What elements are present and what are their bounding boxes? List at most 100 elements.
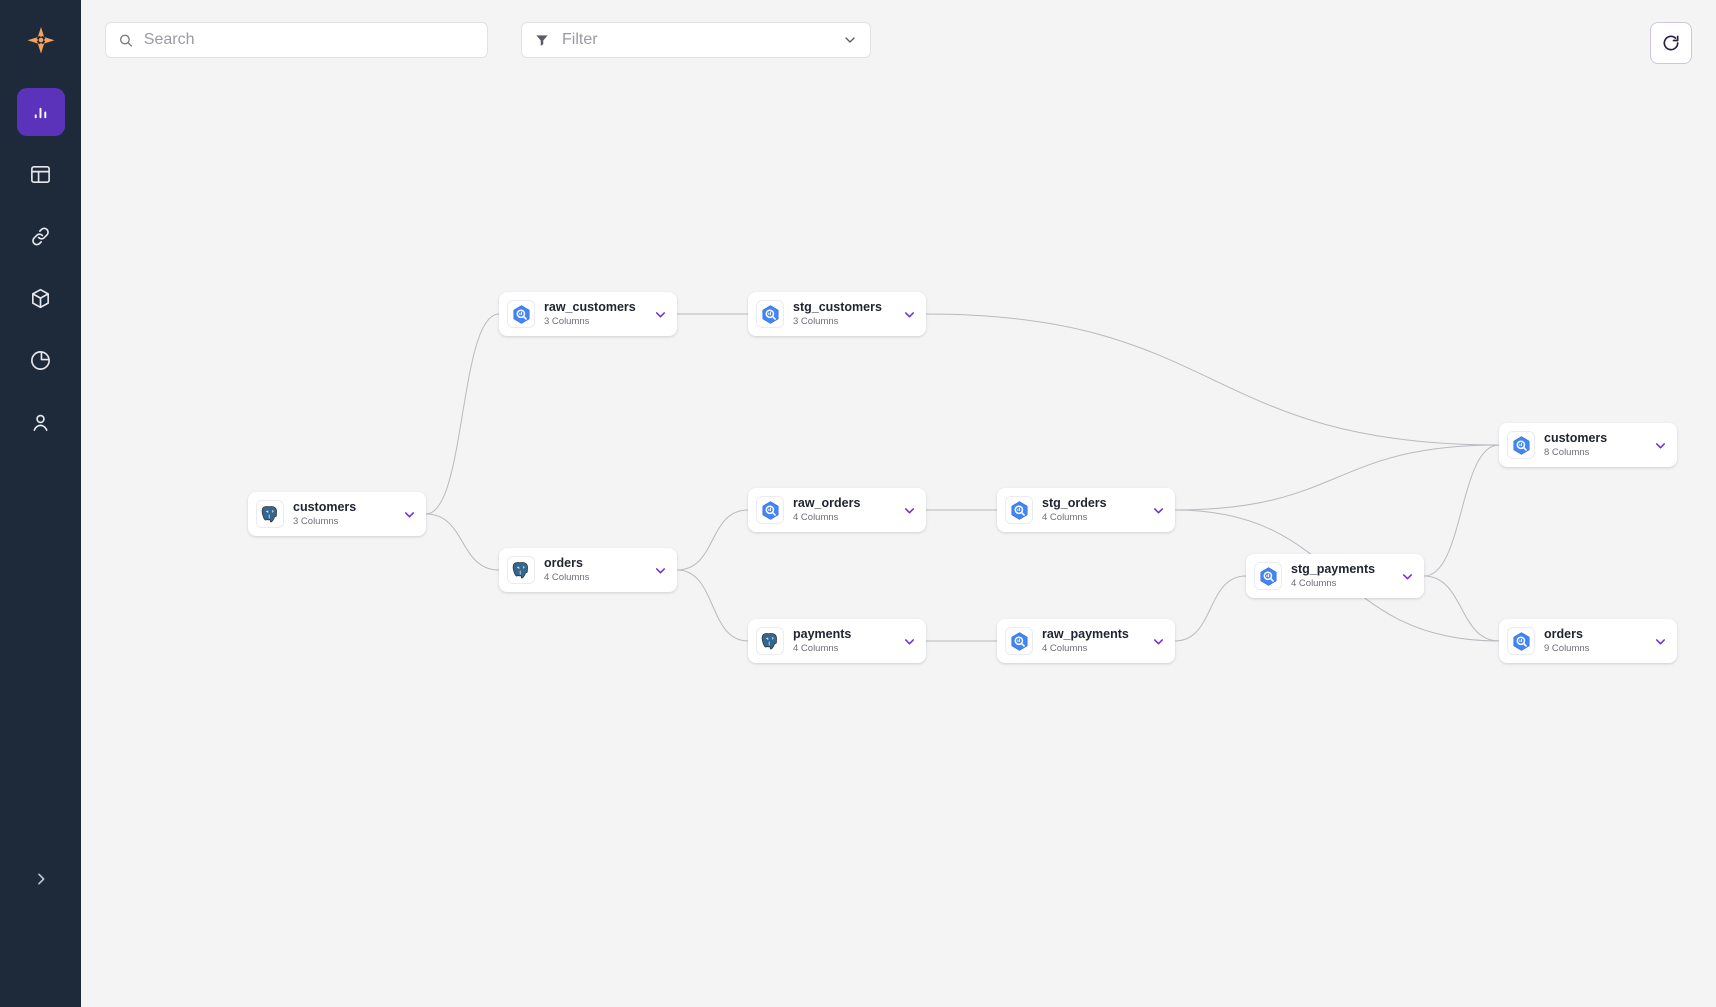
- app-logo[interactable]: [17, 16, 65, 64]
- sidebar-item-lineage[interactable]: [17, 212, 65, 260]
- node-column-count: 4 Columns: [1042, 511, 1143, 524]
- lineage-node-customers_out[interactable]: customers8 Columns: [1499, 423, 1677, 467]
- node-title: stg_payments: [1291, 562, 1392, 576]
- node-column-count: 3 Columns: [293, 515, 394, 528]
- bigquery-icon: [756, 496, 784, 524]
- lineage-edge-stg_customers-to-customers_out: [926, 314, 1499, 445]
- lineage-edge-orders_src-to-raw_orders: [677, 510, 748, 570]
- node-column-count: 4 Columns: [544, 571, 645, 584]
- node-expand-chevron-down-icon[interactable]: [400, 507, 418, 522]
- postgres-icon: [507, 556, 535, 584]
- refresh-icon: [1661, 33, 1681, 53]
- lineage-edge-raw_payments-to-stg_payments: [1175, 576, 1246, 641]
- main-content: Filter customers3 Columnsraw_customers3 …: [81, 0, 1716, 1007]
- node-column-count: 9 Columns: [1544, 642, 1645, 655]
- sidebar-item-tables[interactable]: [17, 150, 65, 198]
- search-input[interactable]: [144, 31, 475, 49]
- search-field-wrapper[interactable]: [105, 22, 488, 58]
- node-expand-chevron-down-icon[interactable]: [1149, 503, 1167, 518]
- chevron-down-icon[interactable]: [842, 32, 858, 48]
- node-column-count: 8 Columns: [1544, 446, 1645, 459]
- filter-placeholder-label: Filter: [562, 31, 830, 49]
- lineage-node-stg_payments[interactable]: stg_payments4 Columns: [1246, 554, 1424, 598]
- compass-star-logo-icon: [24, 23, 58, 57]
- node-title: orders: [544, 556, 645, 570]
- node-expand-chevron-down-icon[interactable]: [1149, 634, 1167, 649]
- postgres-icon: [756, 627, 784, 655]
- pie-chart-icon: [29, 349, 52, 372]
- cube-icon: [29, 287, 52, 310]
- app-root: Filter customers3 Columnsraw_customers3 …: [0, 0, 1716, 1007]
- node-text-block: raw_payments4 Columns: [1042, 627, 1143, 655]
- node-expand-chevron-down-icon[interactable]: [900, 503, 918, 518]
- bigquery-icon: [1005, 496, 1033, 524]
- node-column-count: 3 Columns: [793, 315, 894, 328]
- node-text-block: customers8 Columns: [1544, 431, 1645, 459]
- node-expand-chevron-down-icon[interactable]: [651, 563, 669, 578]
- bar-chart-icon: [29, 101, 52, 124]
- sidebar-item-models[interactable]: [17, 274, 65, 322]
- sidebar: [0, 0, 81, 1007]
- bigquery-icon: [1254, 562, 1282, 590]
- sidebar-item-analytics[interactable]: [17, 88, 65, 136]
- node-title: raw_customers: [544, 300, 645, 314]
- lineage-edge-customers_src-to-orders_src: [426, 514, 499, 570]
- refresh-button[interactable]: [1650, 22, 1692, 64]
- node-expand-chevron-down-icon[interactable]: [651, 307, 669, 322]
- node-title: orders: [1544, 627, 1645, 641]
- node-expand-chevron-down-icon[interactable]: [900, 307, 918, 322]
- bigquery-icon: [1507, 627, 1535, 655]
- node-column-count: 4 Columns: [793, 511, 894, 524]
- chevron-right-icon: [33, 871, 49, 887]
- sidebar-item-account[interactable]: [17, 398, 65, 446]
- sidebar-nav: [0, 88, 81, 446]
- node-text-block: orders9 Columns: [1544, 627, 1645, 655]
- node-title: customers: [1544, 431, 1645, 445]
- node-text-block: payments4 Columns: [793, 627, 894, 655]
- node-expand-chevron-down-icon[interactable]: [1398, 569, 1416, 584]
- node-title: stg_orders: [1042, 496, 1143, 510]
- node-text-block: stg_customers3 Columns: [793, 300, 894, 328]
- user-icon: [29, 411, 52, 434]
- lineage-node-orders_src[interactable]: orders4 Columns: [499, 548, 677, 592]
- node-text-block: customers3 Columns: [293, 500, 394, 528]
- lineage-edge-orders_src-to-payments_src: [677, 570, 748, 641]
- bigquery-icon: [756, 300, 784, 328]
- table-icon: [29, 163, 52, 186]
- lineage-edge-stg_orders-to-customers_out: [1175, 445, 1499, 510]
- lineage-node-orders_out[interactable]: orders9 Columns: [1499, 619, 1677, 663]
- lineage-edge-stg_payments-to-orders_out: [1424, 576, 1499, 641]
- sidebar-item-reports[interactable]: [17, 336, 65, 384]
- bigquery-icon: [1507, 431, 1535, 459]
- lineage-node-stg_customers[interactable]: stg_customers3 Columns: [748, 292, 926, 336]
- node-title: raw_payments: [1042, 627, 1143, 641]
- node-text-block: orders4 Columns: [544, 556, 645, 584]
- lineage-node-raw_payments[interactable]: raw_payments4 Columns: [997, 619, 1175, 663]
- node-expand-chevron-down-icon[interactable]: [1651, 634, 1669, 649]
- node-column-count: 4 Columns: [1042, 642, 1143, 655]
- link-icon: [29, 225, 52, 248]
- node-text-block: stg_orders4 Columns: [1042, 496, 1143, 524]
- node-column-count: 4 Columns: [1291, 577, 1392, 590]
- sidebar-expand-button[interactable]: [0, 863, 81, 895]
- node-text-block: raw_orders4 Columns: [793, 496, 894, 524]
- lineage-canvas[interactable]: customers3 Columnsraw_customers3 Columns…: [81, 0, 1716, 1007]
- node-title: payments: [793, 627, 894, 641]
- node-title: customers: [293, 500, 394, 514]
- node-column-count: 4 Columns: [793, 642, 894, 655]
- lineage-node-stg_orders[interactable]: stg_orders4 Columns: [997, 488, 1175, 532]
- postgres-icon: [256, 500, 284, 528]
- lineage-node-payments_src[interactable]: payments4 Columns: [748, 619, 926, 663]
- filter-dropdown[interactable]: Filter: [521, 22, 871, 58]
- lineage-node-raw_customers[interactable]: raw_customers3 Columns: [499, 292, 677, 336]
- node-expand-chevron-down-icon[interactable]: [900, 634, 918, 649]
- node-text-block: raw_customers3 Columns: [544, 300, 645, 328]
- lineage-node-customers_src[interactable]: customers3 Columns: [248, 492, 426, 536]
- bigquery-icon: [1005, 627, 1033, 655]
- bigquery-icon: [507, 300, 535, 328]
- node-expand-chevron-down-icon[interactable]: [1651, 438, 1669, 453]
- node-column-count: 3 Columns: [544, 315, 645, 328]
- filter-icon: [534, 32, 550, 48]
- lineage-node-raw_orders[interactable]: raw_orders4 Columns: [748, 488, 926, 532]
- lineage-edge-stg_payments-to-customers_out: [1424, 445, 1499, 576]
